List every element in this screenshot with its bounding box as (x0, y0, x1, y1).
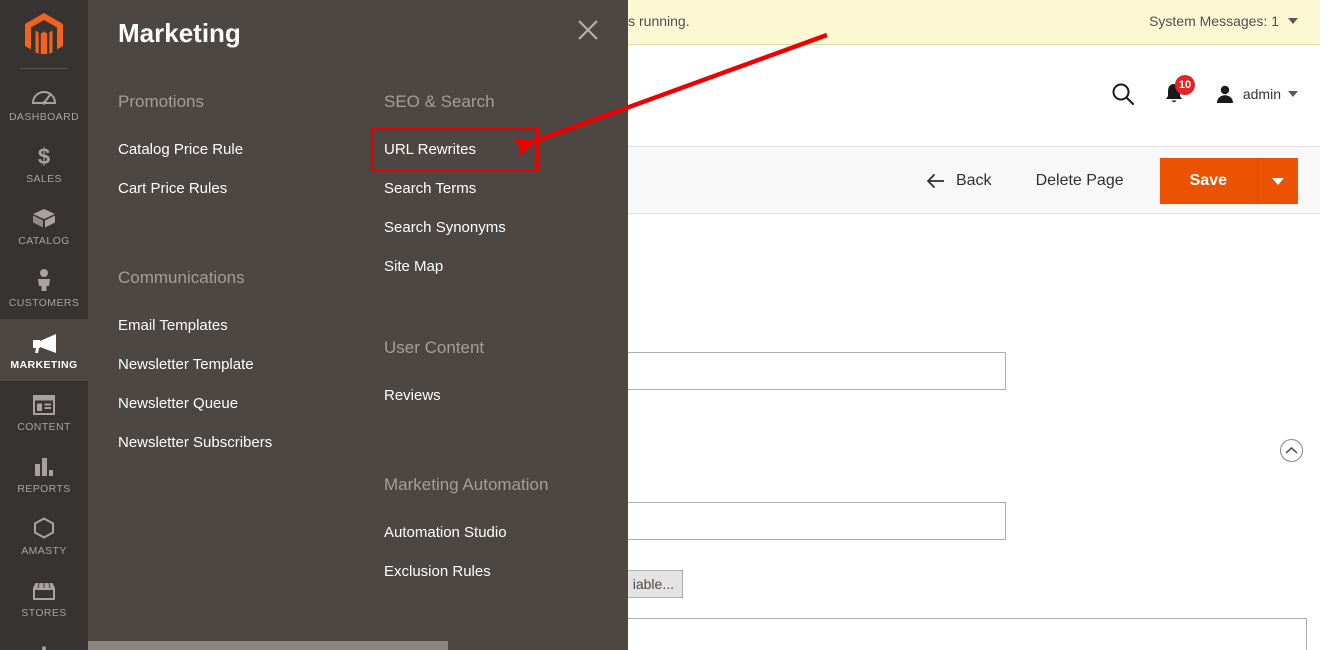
megamenu-horizontal-scrollbar[interactable] (88, 638, 628, 650)
chevron-down-icon (1272, 178, 1284, 185)
back-button-label: Back (956, 172, 992, 190)
megamenu-link-exclusion-rules[interactable]: Exclusion Rules (384, 552, 620, 591)
megamenu-column-2: SEO & Search URL Rewrites Search Terms S… (354, 92, 620, 591)
megamenu-link-catalog-price-rule[interactable]: Catalog Price Rule (118, 130, 354, 169)
megamenu-spacer (384, 415, 620, 475)
admin-header-tools: 10 admin (1110, 81, 1298, 107)
megamenu-link-search-synonyms[interactable]: Search Synonyms (384, 208, 620, 247)
megamenu-link-email-templates[interactable]: Email Templates (118, 306, 354, 345)
megamenu-group-title: User Content (384, 338, 620, 358)
admin-user-name: admin (1243, 86, 1281, 102)
arrow-left-icon (925, 173, 945, 189)
sidebar-item-label: Content (17, 421, 71, 433)
sidebar-item-amasty[interactable]: Amasty (0, 505, 88, 567)
megamenu-group-title: Promotions (118, 92, 354, 112)
notifications-button[interactable]: 10 (1162, 81, 1188, 107)
megamenu-group-title: Communications (118, 268, 354, 288)
dashboard-gauge-icon (31, 82, 57, 106)
chevron-up-icon (1285, 446, 1298, 455)
back-button[interactable]: Back (903, 172, 1014, 190)
sidebar-divider (20, 68, 68, 69)
megamenu-columns: Promotions Catalog Price Rule Cart Price… (88, 92, 628, 591)
close-icon[interactable] (572, 14, 604, 46)
megamenu-link-automation-studio[interactable]: Automation Studio (384, 513, 620, 552)
sidebar-item-reports[interactable]: Reports (0, 443, 88, 505)
svg-text:$: $ (38, 144, 50, 168)
search-icon[interactable] (1110, 81, 1136, 107)
delete-page-button[interactable]: Delete Page (1014, 172, 1146, 190)
user-icon (1214, 83, 1236, 105)
layout-panel-icon (32, 392, 56, 416)
sidebar-item-customers[interactable]: Customers (0, 257, 88, 319)
page-actions-buttons: Back Delete Page Save (903, 147, 1298, 215)
megamenu-spacer (384, 286, 620, 338)
megamenu-column-1: Promotions Catalog Price Rule Cart Price… (88, 92, 354, 591)
sidebar-item-sales[interactable]: $ Sales (0, 133, 88, 195)
megamenu-title: Marketing (118, 18, 241, 49)
magento-logo-icon[interactable] (0, 0, 88, 62)
sidebar-item-label: Sales (26, 173, 62, 185)
system-messages-label: System Messages: 1 (1149, 13, 1279, 29)
marketing-megamenu: Marketing Promotions Catalog Price Rule … (88, 0, 628, 650)
save-button-label: Save (1190, 172, 1227, 190)
megamenu-link-site-map[interactable]: Site Map (384, 247, 620, 286)
sidebar-item-content[interactable]: Content (0, 381, 88, 443)
save-button[interactable]: Save (1160, 158, 1258, 204)
sidebar-item-label: Dashboard (9, 111, 79, 123)
dollar-sign-icon: $ (34, 144, 54, 168)
system-message-text: is running. (625, 13, 690, 29)
sidebar-item-dashboard[interactable]: Dashboard (0, 71, 88, 133)
save-options-button[interactable] (1258, 158, 1298, 204)
box-icon (31, 206, 57, 230)
insert-variable-label: iable... (633, 576, 674, 592)
sidebar-item-label: Customers (9, 297, 80, 309)
megamenu-link-url-rewrites[interactable]: URL Rewrites (374, 130, 536, 169)
admin-sidebar-rail: Dashboard $ Sales Catalog (0, 0, 88, 650)
delete-page-label: Delete Page (1036, 172, 1124, 189)
hexagon-icon (32, 516, 56, 540)
sidebar-item-system[interactable] (0, 629, 88, 650)
screenshot-root: is running. System Messages: 1 (0, 0, 1343, 650)
megamenu-link-search-terms[interactable]: Search Terms (384, 169, 620, 208)
megamenu-link-cart-price-rules[interactable]: Cart Price Rules (118, 169, 354, 208)
admin-user-menu[interactable]: admin (1214, 83, 1298, 105)
megamenu-link-newsletter-template[interactable]: Newsletter Template (118, 345, 354, 384)
system-messages-toggle[interactable]: System Messages: 1 (1149, 13, 1298, 29)
megamenu-group-title: SEO & Search (384, 92, 620, 112)
sidebar-item-label: Catalog (18, 235, 69, 247)
sidebar-item-label: Stores (21, 607, 66, 619)
storefront-icon (31, 578, 57, 602)
megamenu-link-newsletter-subscribers[interactable]: Newsletter Subscribers (118, 423, 354, 462)
sidebar-item-label: Reports (17, 483, 70, 495)
sidebar-item-stores[interactable]: Stores (0, 567, 88, 629)
sidebar-item-label: Marketing (10, 359, 77, 371)
megamenu-group-title: Marketing Automation (384, 475, 620, 495)
collapse-section-button[interactable] (1280, 439, 1303, 462)
notifications-badge: 10 (1175, 75, 1195, 95)
megamenu-spacer (118, 208, 354, 268)
scrollbar-thumb[interactable] (88, 641, 448, 650)
megamenu-link-reviews[interactable]: Reviews (384, 376, 620, 415)
megaphone-icon (30, 330, 58, 354)
bar-chart-icon (32, 454, 56, 478)
sidebar-item-catalog[interactable]: Catalog (0, 195, 88, 257)
person-icon (34, 268, 54, 292)
chevron-down-icon (1288, 91, 1298, 97)
megamenu-link-newsletter-queue[interactable]: Newsletter Queue (118, 384, 354, 423)
save-button-group: Save (1160, 158, 1298, 204)
sidebar-item-label: Amasty (21, 545, 67, 557)
chevron-down-icon (1288, 18, 1298, 24)
sidebar-item-marketing[interactable]: Marketing (0, 319, 88, 381)
gear-icon (32, 646, 56, 650)
